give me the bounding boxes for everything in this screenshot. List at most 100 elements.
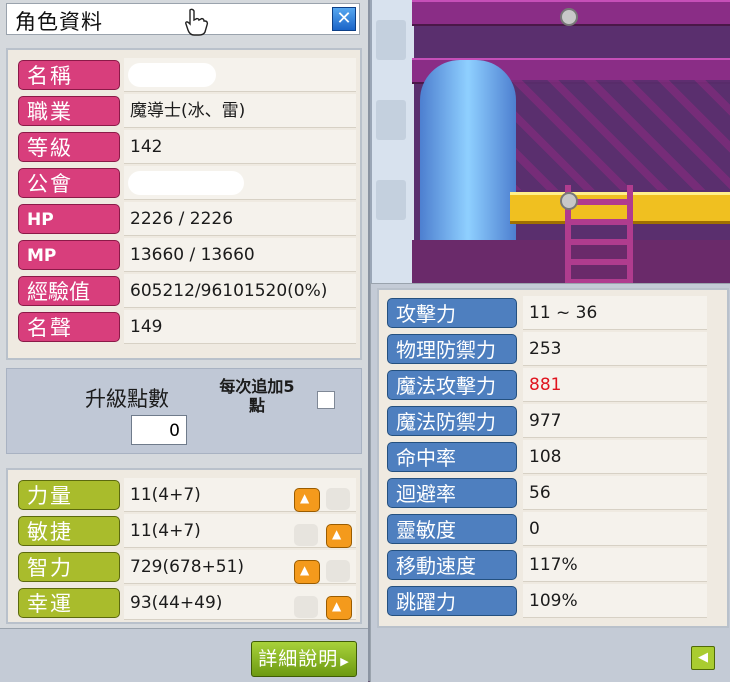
str-value: 11(4+7) (124, 478, 356, 512)
hands-label: 靈敏度 (387, 514, 517, 544)
info-row-hp: HP 2226 / 2226 (18, 202, 356, 236)
phys-def-value: 253 (523, 332, 707, 366)
basic-info-section: 名稱 職業 魔導士(冰、雷) 等級 142 公會 HP 2226 / 2226 … (6, 48, 362, 360)
level-value: 142 (124, 130, 356, 164)
magic-def-value: 977 (523, 404, 707, 438)
combat-row-hands: 靈敏度 0 (387, 512, 707, 547)
auto-assign-checkbox[interactable] (317, 391, 335, 409)
detailed-stats-window: 攻擊力 11 ~ 36 物理防禦力 253 魔法攻擊力 881 魔法防禦力 97… (370, 283, 730, 682)
str-increase-slot (326, 488, 350, 510)
auto-assign-label-line1: 每次追加5 (219, 377, 295, 396)
scene-truss (510, 80, 730, 190)
game-scene (360, 0, 730, 290)
character-info-window: 角色資料 ✕ 名稱 職業 魔導士(冰、雷) 等級 142 公會 HP 2226 … (0, 0, 370, 682)
int-increase-slot (326, 560, 350, 582)
stat-row-luk: 幸運 93(44+49) (18, 586, 356, 620)
str-label: 力量 (18, 480, 120, 510)
dex-value: 11(4+7) (124, 514, 356, 548)
name-hidden (128, 63, 216, 87)
stats-section: 力量 11(4+7) 敏捷 11(4+7) 智力 729(678+51) 幸運 … (6, 468, 362, 624)
guild-label: 公會 (18, 168, 120, 198)
bolt-icon (560, 8, 578, 26)
detail-button-label: 詳細說明 (258, 648, 339, 670)
luk-increase-slot (294, 596, 318, 618)
background-side-panel (370, 0, 414, 290)
speed-label: 移動速度 (387, 550, 517, 580)
combat-stats-section: 攻擊力 11 ~ 36 物理防禦力 253 魔法攻擊力 881 魔法防禦力 97… (377, 288, 729, 628)
magic-attack-value: 881 (523, 368, 707, 402)
attack-value: 11 ~ 36 (523, 296, 707, 330)
scene-pipe (420, 60, 516, 260)
luk-label: 幸運 (18, 588, 120, 618)
stat-row-str: 力量 11(4+7) (18, 478, 356, 512)
accuracy-label: 命中率 (387, 442, 517, 472)
info-row-name: 名稱 (18, 58, 356, 92)
luk-increase-button[interactable] (326, 596, 352, 620)
combat-row-jump: 跳躍力 109% (387, 584, 707, 619)
jump-value: 109% (523, 584, 707, 618)
job-value: 魔導士(冰、雷) (124, 94, 356, 128)
fame-value: 149 (124, 310, 356, 344)
info-row-level: 等級 142 (18, 130, 356, 164)
auto-assign-label: 每次追加5 點 (209, 377, 305, 415)
window-title-bar[interactable]: 角色資料 ✕ (6, 3, 360, 36)
mp-value: 13660 / 13660 (124, 238, 356, 272)
mp-label: MP (18, 240, 120, 270)
bolt-icon (560, 192, 578, 210)
detail-button[interactable]: 詳細說明 ▶ (251, 641, 357, 677)
info-row-fame: 名聲 149 (18, 310, 356, 344)
info-row-mp: MP 13660 / 13660 (18, 238, 356, 272)
combat-row-speed: 移動速度 117% (387, 548, 707, 583)
detail-bar: 詳細說明 ▶ (0, 628, 368, 682)
window-title: 角色資料 (15, 10, 103, 34)
luk-value: 93(44+49) (124, 586, 356, 620)
attack-label: 攻擊力 (387, 298, 517, 328)
arrow-right-icon: ▶ (340, 655, 350, 668)
accuracy-value: 108 (523, 440, 707, 474)
exp-value: 605212/96101520(0%) (124, 274, 356, 308)
int-label: 智力 (18, 552, 120, 582)
name-label: 名稱 (18, 60, 120, 90)
combat-row-accuracy: 命中率 108 (387, 440, 707, 475)
ability-points-section: 升級點數 0 每次追加5 點 (6, 368, 362, 454)
info-row-job: 職業 魔導士(冰、雷) (18, 94, 356, 128)
avoid-label: 迴避率 (387, 478, 517, 508)
combat-row-attack: 攻擊力 11 ~ 36 (387, 296, 707, 331)
exp-label: 經驗值 (18, 276, 120, 306)
level-label: 等級 (18, 132, 120, 162)
combat-row-magic-def: 魔法防禦力 977 (387, 404, 707, 439)
guild-hidden (128, 171, 244, 195)
stat-row-dex: 敏捷 11(4+7) (18, 514, 356, 548)
hp-value: 2226 / 2226 (124, 202, 356, 236)
combat-row-avoid: 迴避率 56 (387, 476, 707, 511)
int-value: 729(678+51) (124, 550, 356, 584)
str-increase-button[interactable] (294, 488, 320, 512)
dex-increase-slot (294, 524, 318, 546)
collapse-button[interactable]: ◀ (691, 646, 715, 670)
int-increase-button[interactable] (294, 560, 320, 584)
combat-row-magic-attack: 魔法攻擊力 881 (387, 368, 707, 403)
stat-row-int: 智力 729(678+51) (18, 550, 356, 584)
combat-row-phys-def: 物理防禦力 253 (387, 332, 707, 367)
guild-value (124, 166, 356, 200)
dex-increase-button[interactable] (326, 524, 352, 548)
magic-def-label: 魔法防禦力 (387, 406, 517, 436)
dex-label: 敏捷 (18, 516, 120, 546)
jump-label: 跳躍力 (387, 586, 517, 616)
avoid-value: 56 (523, 476, 707, 510)
speed-value: 117% (523, 548, 707, 582)
auto-assign-label-line2: 點 (248, 396, 265, 415)
phys-def-label: 物理防禦力 (387, 334, 517, 364)
name-value (124, 58, 356, 92)
hands-value: 0 (523, 512, 707, 546)
fame-label: 名聲 (18, 312, 120, 342)
hp-label: HP (18, 204, 120, 234)
ap-label: 升級點數 (85, 387, 169, 411)
hand-cursor-icon (185, 8, 209, 36)
ap-value: 0 (131, 415, 187, 445)
info-row-guild: 公會 (18, 166, 356, 200)
magic-attack-label: 魔法攻擊力 (387, 370, 517, 400)
job-label: 職業 (18, 96, 120, 126)
info-row-exp: 經驗值 605212/96101520(0%) (18, 274, 356, 308)
close-button[interactable]: ✕ (332, 7, 356, 31)
